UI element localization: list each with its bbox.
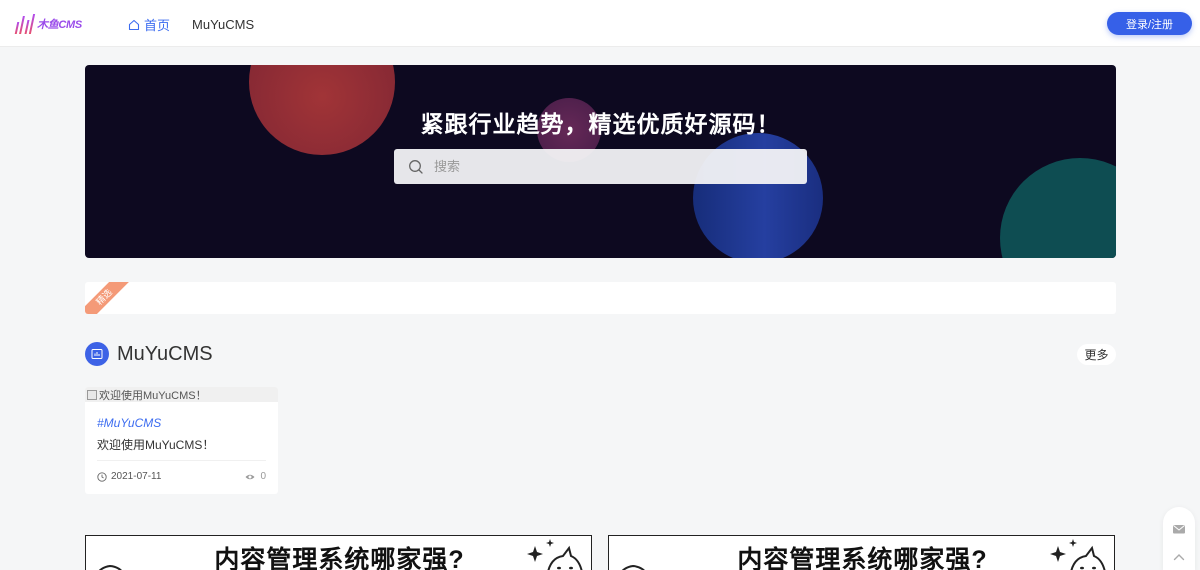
divider <box>97 460 266 461</box>
article-views-count: 0 <box>260 471 266 482</box>
banner-title: 紧跟行业趋势，精选优质好源码！ <box>420 111 781 137</box>
featured-ribbon: 精选 <box>85 282 131 314</box>
article-tag[interactable]: #MuYuCMS <box>97 416 161 430</box>
article-views: 0 <box>245 471 266 482</box>
search-box[interactable] <box>394 149 807 184</box>
article-card[interactable]: 欢迎使用MuYuCMS！ #MuYuCMS 欢迎使用MuYuCMS！ 2021-… <box>85 387 278 494</box>
logo-text: 木鱼CMS <box>37 19 82 31</box>
thumbnail-alt-text: 欢迎使用MuYuCMS！ <box>99 389 207 402</box>
ad-banner[interactable]: 内容管理系统哪家强? <box>85 535 592 570</box>
mail-icon[interactable] <box>1172 522 1186 536</box>
top-header: 木鱼CMS 首页 MuYuCMS 登录/注册 <box>0 0 1200 47</box>
decor-circle <box>1000 158 1116 258</box>
nav-item-label: MuYuCMS <box>192 17 255 32</box>
floating-toolbar <box>1163 507 1195 570</box>
article-date-text: 2021-07-11 <box>111 471 162 482</box>
home-icon <box>128 19 140 30</box>
ad-text: 内容管理系统哪家强? <box>737 546 988 570</box>
section-title: MuYuCMS <box>117 343 213 365</box>
article-title[interactable]: 欢迎使用MuYuCMS！ <box>97 436 214 453</box>
chart-icon <box>85 342 109 366</box>
site-logo[interactable]: 木鱼CMS <box>14 12 82 36</box>
back-to-top-icon[interactable] <box>1172 550 1186 564</box>
rabbit-mascot-icon <box>527 539 583 570</box>
search-icon[interactable] <box>408 159 424 175</box>
ad-text: 内容管理系统哪家强? <box>214 546 465 570</box>
login-register-button[interactable]: 登录/注册 <box>1107 12 1192 35</box>
broken-image-icon <box>87 389 97 400</box>
eye-icon <box>245 474 255 479</box>
article-date: 2021-07-11 <box>97 471 161 482</box>
nav-item-muyucms[interactable]: MuYuCMS <box>192 15 254 34</box>
nav-item-home[interactable]: 首页 <box>128 15 170 34</box>
search-input[interactable] <box>434 159 794 174</box>
main-nav: 首页 MuYuCMS <box>128 15 254 34</box>
hero-banner: 紧跟行业趋势，精选优质好源码！ <box>85 65 1116 258</box>
more-button[interactable]: 更多 <box>1077 344 1116 365</box>
featured-strip: 精选 <box>85 282 1116 314</box>
logo-mark-icon <box>14 14 36 34</box>
nav-item-label: 首页 <box>144 18 171 33</box>
clock-icon <box>97 471 107 482</box>
rabbit-mascot-icon <box>1050 539 1106 570</box>
article-thumbnail[interactable]: 欢迎使用MuYuCMS！ <box>85 387 278 402</box>
ad-banner[interactable]: 内容管理系统哪家强? <box>608 535 1115 570</box>
